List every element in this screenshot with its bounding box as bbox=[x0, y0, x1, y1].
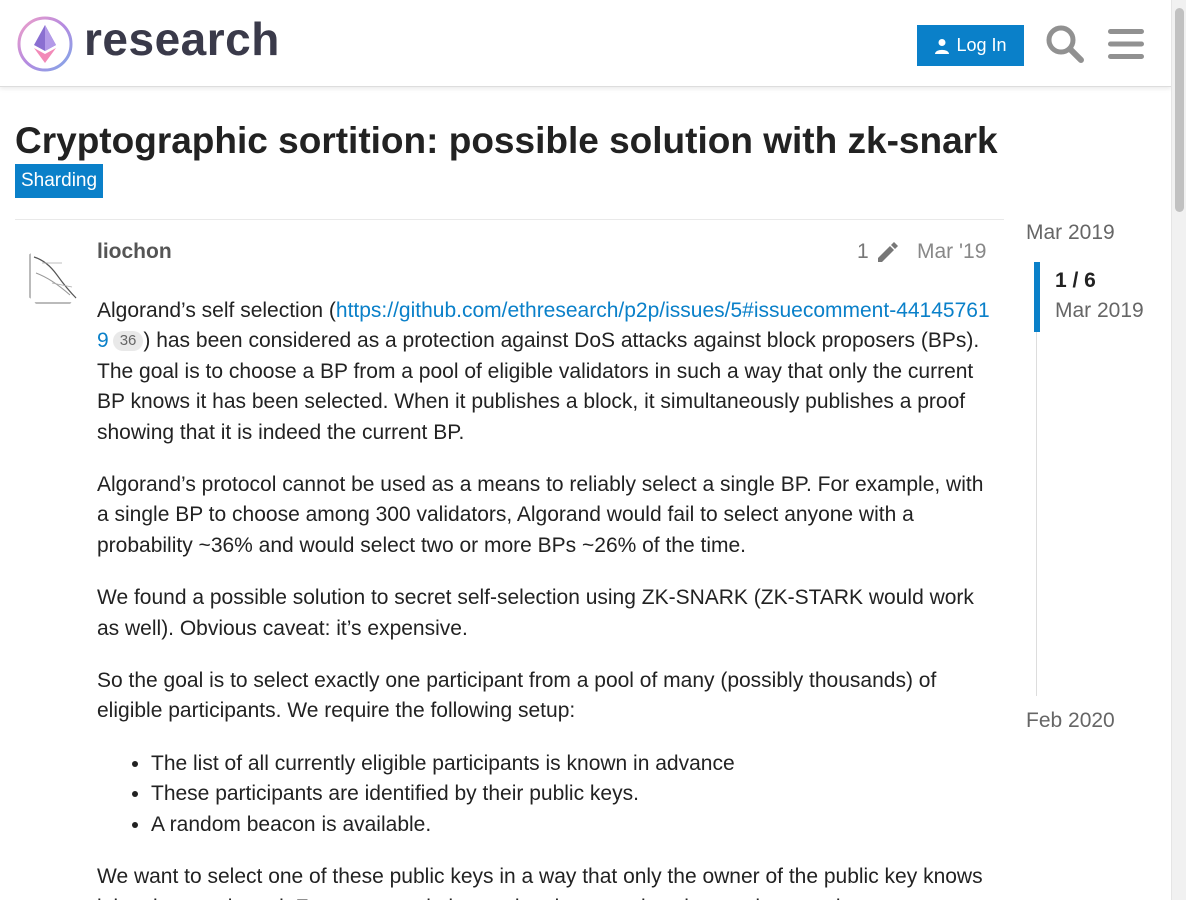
timeline-end-date[interactable]: Feb 2020 bbox=[1026, 709, 1115, 733]
scrollbar-thumb[interactable] bbox=[1175, 8, 1184, 212]
login-button[interactable]: Log In bbox=[917, 25, 1024, 66]
avatar[interactable] bbox=[22, 243, 84, 309]
hamburger-menu-icon bbox=[1108, 29, 1144, 59]
edit-history-button[interactable]: 1 bbox=[857, 240, 899, 264]
timeline-start-date[interactable]: Mar 2019 bbox=[1026, 221, 1115, 245]
list-item: The list of all currently eligible parti… bbox=[151, 749, 992, 779]
user-icon bbox=[935, 38, 950, 54]
timeline-handle[interactable] bbox=[1034, 262, 1040, 332]
hamburger-menu-button[interactable] bbox=[1104, 20, 1148, 68]
link-click-count: 36 bbox=[112, 331, 144, 352]
timeline-post-count: 1 / 6 bbox=[1055, 269, 1096, 292]
post-date[interactable]: Mar '19 bbox=[917, 240, 986, 264]
page-scrollbar[interactable] bbox=[1171, 0, 1186, 900]
post-body: Algorand’s self selection (https://githu… bbox=[97, 296, 992, 900]
site-logo-text[interactable]: research bbox=[84, 12, 280, 66]
site-logo[interactable] bbox=[16, 15, 76, 75]
list-item: These participants are identified by the… bbox=[151, 779, 992, 809]
post-paragraph: We want to select one of these public ke… bbox=[97, 865, 983, 900]
timeline-current-date: Mar 2019 bbox=[1055, 299, 1144, 322]
search-button[interactable] bbox=[1043, 20, 1087, 68]
post-username[interactable]: liochon bbox=[97, 240, 172, 264]
paragraph-text: Algorand’s self selection ( bbox=[97, 299, 336, 322]
search-icon bbox=[1046, 25, 1084, 63]
post-paragraph: We found a possible solution to secret s… bbox=[97, 586, 974, 640]
post-paragraph: Algorand’s protocol cannot be used as a … bbox=[97, 473, 984, 557]
site-header: research Log In bbox=[0, 0, 1171, 87]
post-paragraph: Algorand’s self selection (https://githu… bbox=[97, 296, 992, 448]
edit-count: 1 bbox=[857, 240, 869, 263]
login-label: Log In bbox=[956, 35, 1007, 55]
post-paragraph: So the goal is to select exactly one par… bbox=[97, 669, 937, 723]
pencil-icon bbox=[877, 242, 898, 262]
requirements-list: The list of all currently eligible parti… bbox=[151, 749, 992, 840]
topic-title[interactable]: Cryptographic sortition: possible soluti… bbox=[15, 120, 998, 162]
paragraph-text: ) has been considered as a protection ag… bbox=[97, 329, 980, 444]
list-item: A random beacon is available. bbox=[151, 810, 992, 840]
category-badge[interactable]: Sharding bbox=[15, 164, 104, 198]
post-divider bbox=[15, 219, 1004, 220]
